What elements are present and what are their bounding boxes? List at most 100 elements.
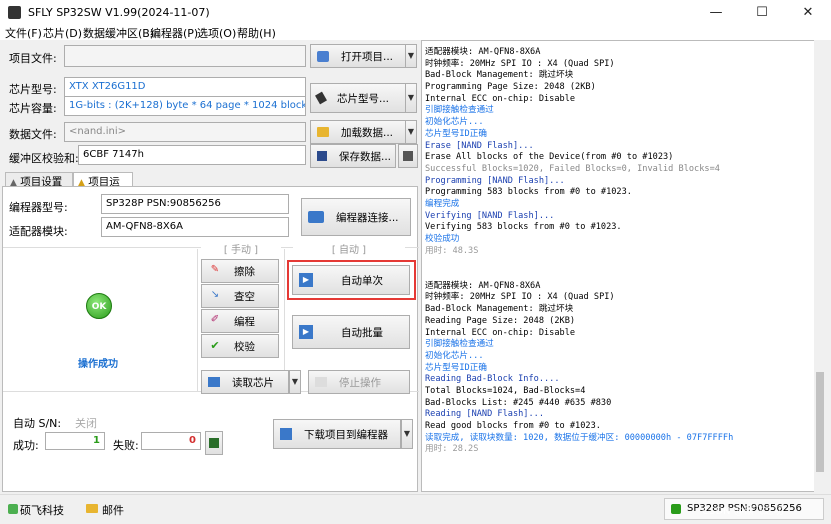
project-file-field[interactable] — [64, 45, 306, 67]
app-icon — [8, 6, 21, 19]
chip-model-field: XTX XT26G11D — [64, 77, 306, 97]
chip-model-button[interactable]: 芯片型号... — [310, 83, 406, 113]
stop-button[interactable]: 停止操作 — [308, 370, 410, 394]
menu-help[interactable]: 帮助(H) — [237, 25, 276, 41]
mail-icon — [86, 504, 98, 513]
log-line: Erase All blocks of the Device(from #0 t… — [425, 152, 674, 163]
programmer-connect-button[interactable]: 编程器连接... — [301, 198, 411, 236]
log-line: Internal ECC on-chip: Disable — [425, 327, 576, 338]
erase-label: 擦除 — [234, 265, 255, 278]
play-icon: ▶ — [299, 273, 313, 287]
mail-link[interactable]: 邮件 — [102, 502, 124, 518]
save-data-label: 保存数据... — [339, 150, 392, 163]
company-link[interactable]: 硕飞科技 — [20, 502, 64, 518]
company-icon — [8, 504, 18, 514]
eraser-icon: ✎ — [210, 264, 220, 275]
menu-chip[interactable]: 芯片(D) — [43, 25, 82, 41]
log-line: Reading Page Size: 2048 (2KB) — [425, 315, 576, 326]
auto-sn-label: 自动 S/N: — [13, 417, 62, 430]
log-line: 适配器模块: AM-QFN8-8X6A — [425, 47, 541, 57]
checksum-label: 缓冲区校验和: — [9, 152, 79, 165]
chip-capacity-label: 芯片容量: — [9, 102, 57, 115]
save-disk-button[interactable] — [398, 144, 418, 168]
log-line: 芯片型号ID正确 — [425, 128, 487, 139]
open-folder-icon — [317, 127, 329, 137]
auto-batch-button[interactable]: ▶ 自动批量 — [292, 315, 410, 349]
auto-single-button[interactable]: ▶ 自动单次 — [292, 265, 410, 295]
divider — [197, 249, 198, 391]
folder-icon — [317, 50, 329, 62]
data-file-label: 数据文件: — [9, 128, 57, 141]
menu-programmer[interactable]: 编程器(P) — [150, 25, 198, 41]
download-project-button[interactable]: 下载项目到编程器 — [273, 419, 401, 449]
load-data-dropdown[interactable]: ▼ — [405, 120, 417, 144]
program-label: 编程 — [234, 315, 255, 328]
fail-count: 0 — [141, 432, 201, 450]
log-line: Successful Blocks=1020, Failed Blocks=0,… — [425, 163, 720, 174]
checksum-field: 6CBF 7147h — [78, 145, 306, 165]
log-line: Programming Page Size: 2048 (2KB) — [425, 82, 596, 93]
watermark: CSDN @硕飞之功 — [702, 506, 784, 517]
download-dropdown[interactable]: ▼ — [401, 419, 413, 449]
menu-file[interactable]: 文件(F) — [5, 25, 42, 41]
title-bar: SFLY SP32SW V1.99(2024-11-07) — ☐ ✕ — [0, 0, 831, 26]
program-button[interactable]: ✐ 编程 — [201, 309, 279, 333]
save-data-button[interactable]: 保存数据... — [310, 144, 396, 168]
read-chip-button[interactable]: 读取芯片 — [201, 370, 289, 394]
load-data-button[interactable]: 加载数据... — [310, 120, 406, 144]
log-line: Reading [NAND Flash]... — [425, 409, 544, 420]
log-line: Read good blocks from #0 to #1023. — [425, 421, 601, 431]
log-line: Erase [NAND Flash]... — [425, 140, 534, 151]
log-line: Total Blocks=1024, Bad-Blocks=4 — [425, 385, 586, 396]
log-line: 引脚接触检查通过 — [425, 339, 494, 350]
log-line: 读取完成, 读取块数量: 1020, 数据位于缓冲区: 00000000h - … — [425, 432, 734, 443]
minimize-button[interactable]: — — [693, 0, 739, 26]
open-project-dropdown[interactable]: ▼ — [405, 44, 417, 68]
maximize-button[interactable]: ☐ — [739, 0, 785, 26]
log-line: 编程完成 — [425, 198, 460, 209]
log-line: 初始化芯片... — [425, 117, 484, 128]
play-icon: ▶ — [299, 325, 313, 339]
programmer-model-label: 编程器型号: — [9, 201, 68, 214]
log-line: 芯片型号ID正确 — [425, 362, 487, 373]
load-data-label: 加载数据... — [341, 126, 394, 139]
log-panel: 适配器模块: AM-QFN8-8X6A 时钟频率: 20MHz SPI IO : … — [421, 40, 825, 492]
log-line: Internal ECC on-chip: Disable — [425, 93, 576, 104]
log-line: Bad-Block Management: 跳过坏块 — [425, 304, 574, 315]
blank-check-button[interactable]: ↘ 查空 — [201, 284, 279, 308]
menu-options[interactable]: 选项(O) — [197, 25, 236, 41]
close-button[interactable]: ✕ — [785, 0, 831, 26]
programmer-model-field: SP328P PSN:90856256 — [101, 194, 289, 214]
status-text: 操作成功 — [78, 359, 118, 370]
data-file-field[interactable]: <nand.ini> — [64, 122, 306, 142]
blank-check-icon: ↘ — [210, 289, 220, 300]
log-line: 引脚接触检查通过 — [425, 105, 494, 116]
stop-icon — [315, 377, 327, 387]
success-count: 1 — [45, 432, 105, 450]
disk-icon — [403, 151, 413, 161]
manual-section-label: [ 手动 ] — [201, 241, 281, 256]
chip-model-button-label: 芯片型号... — [337, 92, 390, 105]
log-line: Bad-Block Management: 跳过坏块 — [425, 70, 574, 81]
chip-model-dropdown[interactable]: ▼ — [405, 83, 417, 113]
fail-label: 失败: — [113, 439, 139, 452]
reset-counter-button[interactable] — [205, 431, 223, 455]
erase-button[interactable]: ✎ 擦除 — [201, 259, 279, 283]
verify-button[interactable]: ✔ 校验 — [201, 334, 279, 358]
chip-capacity-field: 1G-bits : (2K+128) byte * 64 page * 1024… — [64, 96, 306, 116]
open-project-button[interactable]: 打开项目... — [310, 44, 406, 68]
success-label: 成功: — [13, 439, 39, 452]
chip-icon — [315, 91, 327, 105]
blank-check-label: 查空 — [234, 290, 255, 303]
connect-icon — [308, 211, 324, 223]
log-line: 初始化芯片... — [425, 350, 484, 361]
log-line: 适配器模块: AM-QFN8-8X6A — [425, 280, 541, 291]
window-title: SFLY SP32SW V1.99(2024-11-07) — [28, 6, 210, 19]
download-project-label: 下载项目到编程器 — [304, 428, 388, 441]
log-scrollbar-thumb[interactable] — [816, 372, 824, 472]
verify-label: 校验 — [234, 340, 255, 353]
chip-model-label: 芯片型号: — [9, 83, 57, 96]
menu-buffer[interactable]: 数据缓冲区(B) — [83, 25, 154, 41]
auto-single-label: 自动单次 — [341, 274, 383, 287]
read-chip-dropdown[interactable]: ▼ — [289, 370, 301, 394]
